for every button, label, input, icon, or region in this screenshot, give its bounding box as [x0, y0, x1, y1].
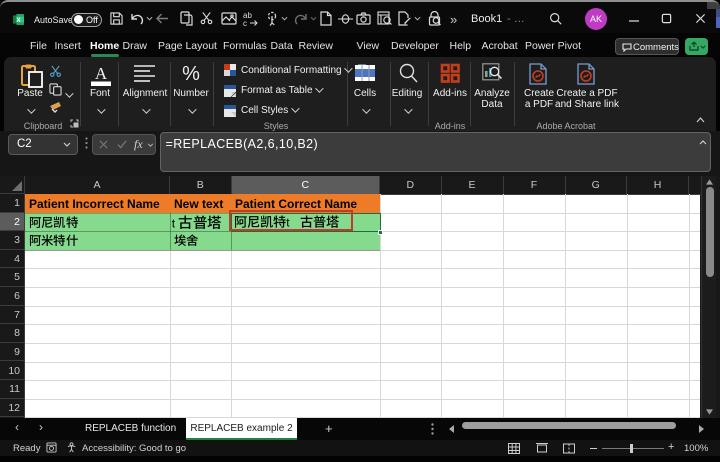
svg-text:A: A [95, 64, 108, 83]
svg-text:c: c [243, 19, 247, 26]
svg-text:%: % [182, 64, 200, 83]
